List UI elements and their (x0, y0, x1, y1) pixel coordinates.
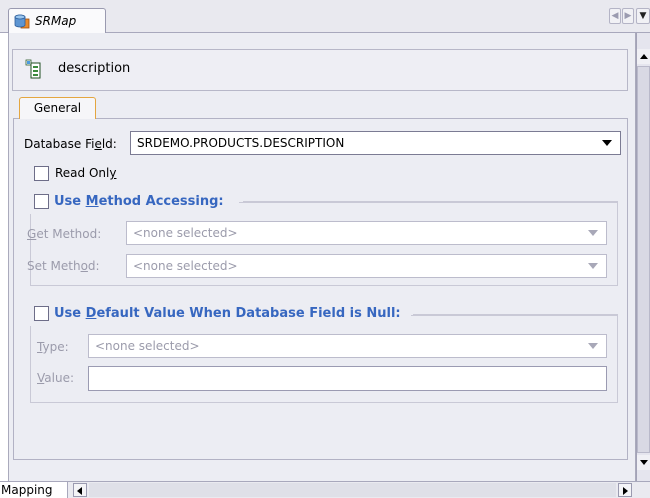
scroll-left-button[interactable] (73, 483, 87, 497)
type-dropdown[interactable]: <none selected> (88, 334, 607, 358)
scroll-thumb[interactable] (637, 66, 650, 453)
tab-list-dropdown-button[interactable]: ▼ (636, 8, 650, 24)
tab-general[interactable]: General (19, 97, 96, 119)
use-method-accessing-label: Use Method Accessing: (54, 194, 224, 209)
set-method-dropdown[interactable]: <none selected> (126, 254, 607, 278)
value-input[interactable] (88, 366, 607, 391)
mapping-name: description (58, 61, 131, 76)
tab-scroll-right-button[interactable]: ▶ (622, 8, 634, 24)
set-method-label: Set Method: (27, 259, 100, 273)
use-method-accessing-checkbox[interactable] (34, 194, 49, 209)
database-field-value: SRDEMO.PRODUCTS.DESCRIPTION (137, 136, 345, 150)
arrow-up-icon (640, 54, 648, 59)
database-field-label: Database Field: (24, 137, 117, 151)
mapping-header: description (12, 49, 628, 91)
get-method-dropdown[interactable]: <none selected> (126, 221, 607, 245)
database-map-icon (14, 14, 30, 29)
tab-scroll-left-button[interactable]: ◀ (609, 8, 621, 24)
read-only-checkbox[interactable] (34, 166, 49, 181)
type-label: Type: (37, 340, 69, 354)
chevron-down-icon (588, 263, 598, 269)
read-only-label: Read Only (55, 166, 117, 180)
scroll-right-button[interactable] (618, 483, 632, 497)
chevron-down-icon (588, 343, 598, 349)
chevron-down-icon (588, 230, 598, 236)
horizontal-scrollbar[interactable] (89, 483, 616, 497)
tab-mapping[interactable]: Mapping (0, 482, 68, 498)
use-default-value-label: Use Default Value When Database Field is… (54, 306, 401, 321)
value-label: Value: (37, 371, 74, 385)
use-default-value-checkbox[interactable] (34, 306, 49, 321)
scroll-down-button[interactable] (637, 455, 650, 470)
field-mapping-icon (25, 59, 41, 79)
chevron-down-icon (602, 140, 612, 146)
get-method-label: Get Method: (27, 227, 102, 241)
group-divider (243, 201, 618, 202)
scroll-up-button[interactable] (637, 49, 650, 64)
database-field-dropdown[interactable]: SRDEMO.PRODUCTS.DESCRIPTION (130, 131, 621, 155)
editor-tab-srmap[interactable]: SRMap (8, 8, 106, 34)
group-divider (413, 314, 618, 315)
arrow-left-icon (77, 487, 82, 495)
editor-tab-label: SRMap (35, 14, 77, 28)
arrow-right-icon (623, 487, 628, 495)
arrow-down-icon (640, 460, 648, 465)
